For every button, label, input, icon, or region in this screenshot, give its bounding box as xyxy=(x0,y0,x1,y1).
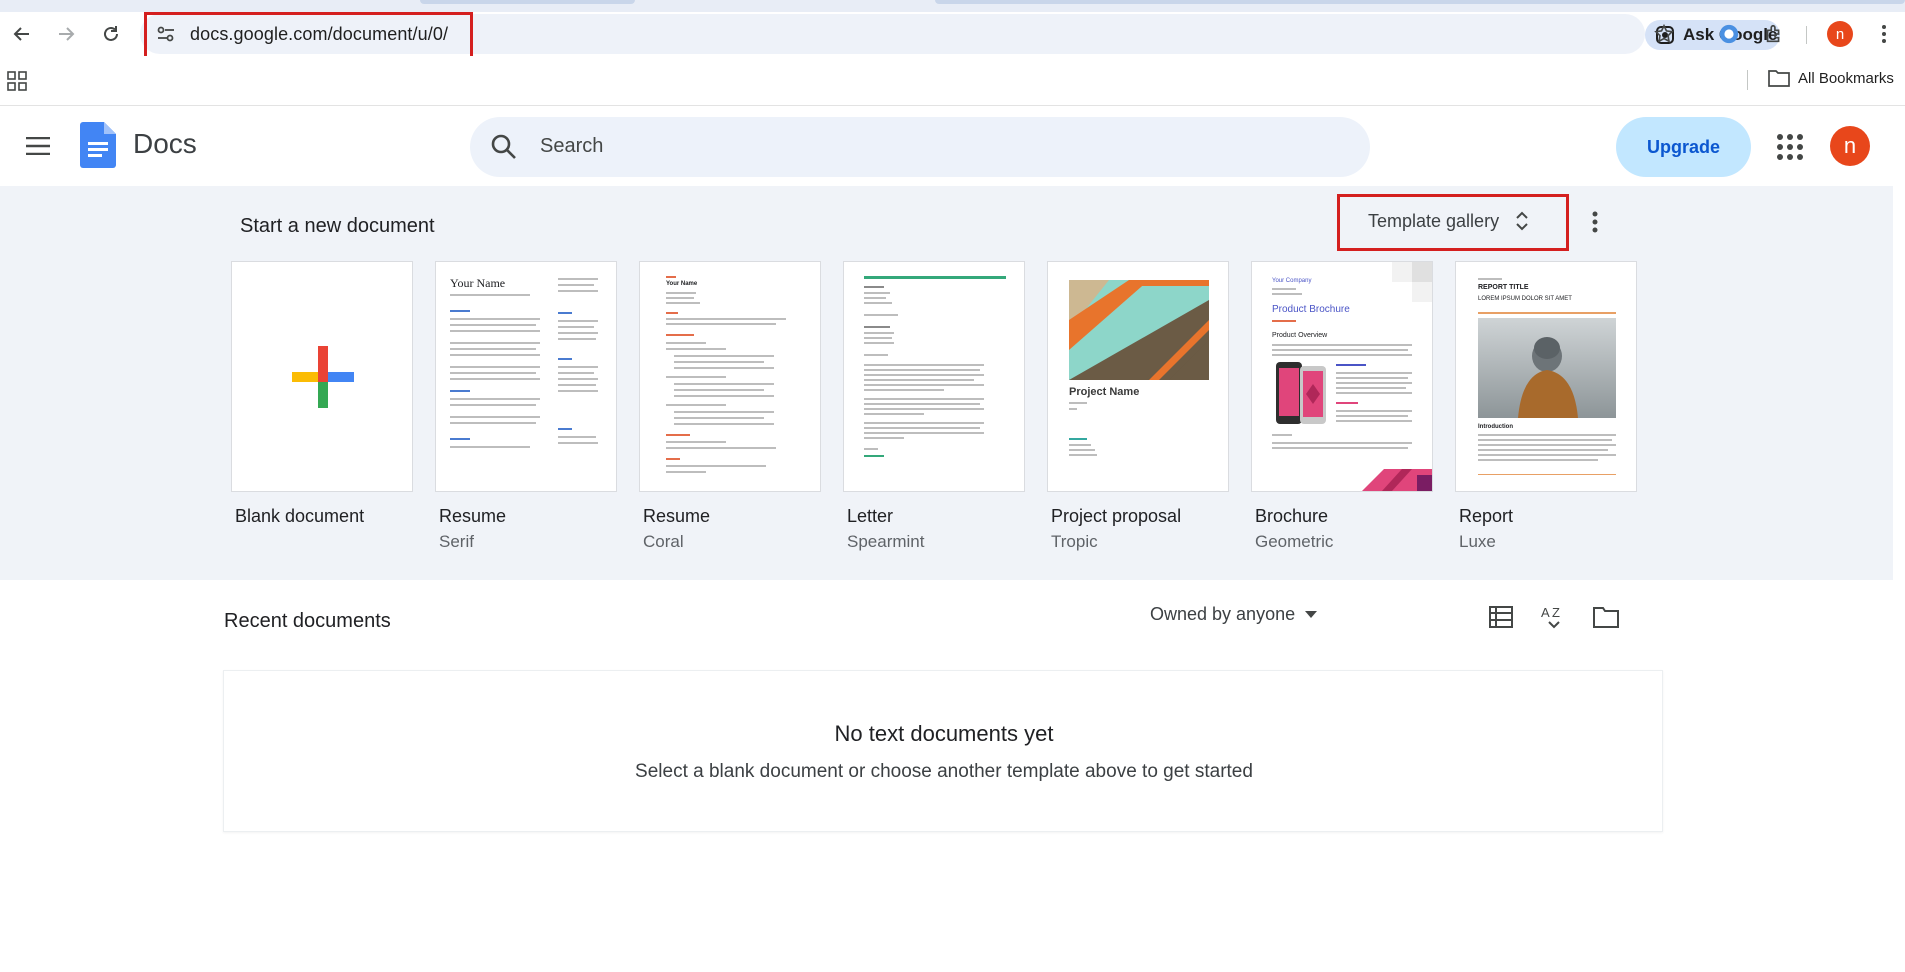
more-vert-icon xyxy=(1882,25,1886,43)
bookmarks-divider xyxy=(1747,70,1748,90)
template-style: Serif xyxy=(439,532,474,551)
open-file-picker-button[interactable] xyxy=(1591,602,1621,632)
thumb-company: Your Company xyxy=(1272,278,1312,284)
template-name: Resume xyxy=(439,506,507,526)
reload-button[interactable] xyxy=(97,20,125,48)
template-thumbnail[interactable]: REPORT TITLE LOREM IPSUM DOLOR SIT AMET … xyxy=(1455,261,1637,492)
browser-tab[interactable] xyxy=(420,0,635,4)
template-thumbnail[interactable]: Your Name xyxy=(435,261,617,492)
all-bookmarks-button[interactable]: All Bookmarks xyxy=(1768,69,1894,87)
geometric-corner-icon xyxy=(1392,262,1432,302)
thumb-heading: Project Name xyxy=(1069,386,1140,398)
template-name: Project proposal xyxy=(1051,506,1182,526)
sort-az-icon: AZ xyxy=(1541,605,1560,629)
owner-filter-dropdown[interactable]: Owned by anyone xyxy=(1150,604,1318,625)
thumb-section: Introduction xyxy=(1478,424,1513,430)
template-thumbnail[interactable]: Your Name xyxy=(639,261,821,492)
back-button[interactable] xyxy=(8,20,36,48)
geometric-footer-icon xyxy=(1362,469,1432,491)
account-avatar[interactable]: n xyxy=(1830,126,1870,166)
template-name: Letter xyxy=(847,506,894,526)
browser-tab-strip xyxy=(0,0,1905,12)
arrow-right-icon xyxy=(59,27,75,41)
empty-state-subtitle: Select a blank document or choose anothe… xyxy=(635,761,1253,782)
folder-icon xyxy=(1768,70,1790,87)
hamburger-icon xyxy=(26,137,50,155)
thumb-subheading: Product Overview xyxy=(1272,332,1328,339)
upgrade-button[interactable]: Upgrade xyxy=(1616,117,1751,177)
template-style: Geometric xyxy=(1255,532,1334,551)
template-style: Tropic xyxy=(1051,532,1098,551)
template-style: Coral xyxy=(643,532,684,551)
bookmarks-bar: All Bookmarks xyxy=(0,56,1905,106)
template-name: Report xyxy=(1459,506,1514,526)
owner-filter-label: Owned by anyone xyxy=(1150,604,1296,624)
caret-down-icon xyxy=(1305,610,1318,618)
more-vert-icon xyxy=(1592,211,1598,233)
template-resume-serif[interactable]: Your Name Resume Serif xyxy=(435,261,617,552)
reload-icon xyxy=(104,26,118,41)
star-icon xyxy=(1654,23,1674,43)
folder-icon xyxy=(1593,607,1619,628)
app-title[interactable]: Docs xyxy=(133,128,197,160)
list-view-button[interactable] xyxy=(1486,602,1516,632)
empty-state-card: No text documents yet Select a blank doc… xyxy=(223,670,1663,832)
sort-button[interactable]: AZ xyxy=(1539,602,1569,632)
svg-text:A: A xyxy=(1541,605,1550,620)
phone-image-icon xyxy=(1276,362,1326,424)
template-blank-document[interactable]: Blank document xyxy=(231,261,413,527)
empty-state-title: No text documents yet xyxy=(834,721,1054,746)
template-project-proposal-tropic[interactable]: Project Name Project proposal Tropic xyxy=(1047,261,1229,552)
search-placeholder: Search xyxy=(540,135,604,157)
template-thumbnail[interactable] xyxy=(843,261,1025,492)
template-report-luxe[interactable]: REPORT TITLE LOREM IPSUM DOLOR SIT AMET … xyxy=(1455,261,1637,552)
highlight-template-gallery-box xyxy=(1337,194,1569,251)
svg-text:Z: Z xyxy=(1552,605,1560,620)
report-photo-icon xyxy=(1478,318,1616,418)
thumb-heading: REPORT TITLE xyxy=(1478,284,1529,291)
template-thumbnail[interactable]: Your Company Product Brochure Product Ov… xyxy=(1251,261,1433,492)
list-view-icon xyxy=(1489,606,1513,628)
search-icon xyxy=(491,134,516,159)
start-new-document-section: Start a new document Template gallery Bl… xyxy=(0,186,1893,580)
thumb-heading: Product Brochure xyxy=(1272,304,1350,315)
browser-profile-avatar[interactable]: n xyxy=(1827,21,1853,47)
arrow-left-icon xyxy=(13,27,29,41)
main-menu-button[interactable] xyxy=(22,130,54,162)
template-resume-coral[interactable]: Your Name Resume Coral xyxy=(639,261,821,552)
template-options-button[interactable] xyxy=(1583,208,1607,236)
all-bookmarks-label: All Bookmarks xyxy=(1798,69,1894,87)
extension-button[interactable] xyxy=(1715,20,1743,48)
template-style: Luxe xyxy=(1459,532,1496,551)
thumb-subheading: LOREM IPSUM DOLOR SIT AMET xyxy=(1478,296,1572,302)
template-thumbnail[interactable] xyxy=(231,261,413,492)
apps-grid-icon[interactable] xyxy=(6,70,28,92)
toolbar-divider xyxy=(1806,26,1807,44)
thumb-heading: Your Name xyxy=(450,276,506,290)
template-name: Resume xyxy=(643,506,711,526)
template-name: Blank document xyxy=(235,506,365,526)
google-apps-icon[interactable] xyxy=(1775,132,1805,162)
plus-icon xyxy=(292,346,354,408)
tropic-graphic-icon xyxy=(1069,280,1209,380)
section-title: Start a new document xyxy=(240,215,435,237)
thumb-heading: Your Name xyxy=(666,281,698,287)
forward-button[interactable] xyxy=(52,20,80,48)
puzzle-icon xyxy=(1766,24,1780,43)
extension-shield-icon xyxy=(1719,24,1739,44)
browser-menu-button[interactable] xyxy=(1870,20,1898,48)
docs-logo-icon[interactable] xyxy=(80,122,116,168)
bookmark-star-button[interactable] xyxy=(1650,20,1678,48)
browser-tab[interactable] xyxy=(935,0,1905,4)
template-name: Brochure xyxy=(1255,506,1329,526)
template-brochure-geometric[interactable]: Your Company Product Brochure Product Ov… xyxy=(1251,261,1433,552)
template-letter-spearmint[interactable]: Letter Spearmint xyxy=(843,261,1025,552)
recent-documents-title: Recent documents xyxy=(224,610,391,632)
search-input[interactable]: Search xyxy=(470,117,1370,177)
extensions-menu-button[interactable] xyxy=(1760,20,1788,48)
template-style: Spearmint xyxy=(847,532,925,551)
template-thumbnail[interactable]: Project Name xyxy=(1047,261,1229,492)
docs-header: Docs Search Upgrade n xyxy=(0,106,1905,186)
